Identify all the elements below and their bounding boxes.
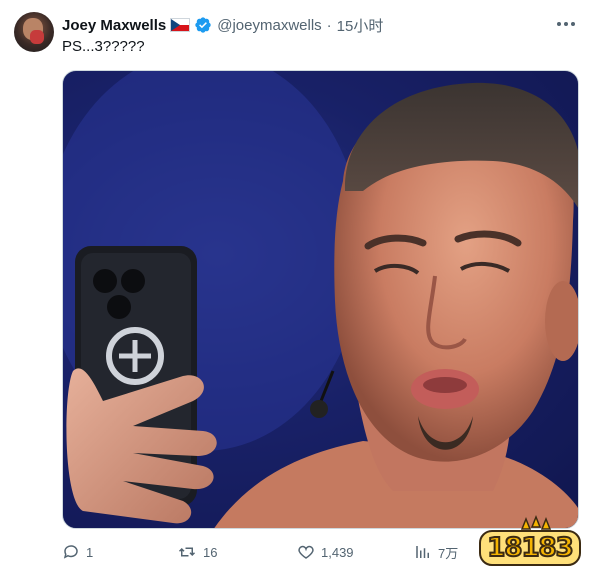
like-button[interactable]: 1,439 xyxy=(297,540,354,564)
tweet-time[interactable]: 15小时 xyxy=(337,15,384,36)
author-name[interactable]: Joey Maxwells xyxy=(62,17,166,34)
heart-icon xyxy=(297,543,315,561)
tweet-header: Joey Maxwells @joeymaxwells · 15小时 xyxy=(62,14,383,36)
watermark-logo: 18183 xyxy=(476,513,584,571)
tweet-text: PS...3????? xyxy=(62,38,145,55)
avatar[interactable] xyxy=(14,12,54,52)
views-button[interactable]: 7万 xyxy=(414,540,458,564)
author-handle[interactable]: @joeymaxwells xyxy=(217,17,321,34)
views-count: 7万 xyxy=(438,545,459,561)
czech-flag-icon xyxy=(170,18,191,32)
reply-button[interactable]: 1 xyxy=(62,540,93,564)
reply-count: 1 xyxy=(86,544,94,560)
like-count: 1,439 xyxy=(321,544,354,560)
reply-icon xyxy=(62,543,80,561)
tweet-card[interactable]: Joey Maxwells @joeymaxwells · 15小时 PS...… xyxy=(0,0,590,575)
separator-dot: · xyxy=(326,16,332,34)
verified-badge-icon xyxy=(194,16,212,34)
views-icon xyxy=(414,543,432,561)
retweet-icon xyxy=(177,543,197,561)
retweet-count: 16 xyxy=(203,544,218,560)
retweet-button[interactable]: 16 xyxy=(177,540,217,564)
avatar-glove xyxy=(30,30,44,44)
tweet-media-image[interactable] xyxy=(62,70,579,529)
watermark-text: 18183 xyxy=(486,532,574,564)
more-options-icon[interactable] xyxy=(554,14,578,34)
